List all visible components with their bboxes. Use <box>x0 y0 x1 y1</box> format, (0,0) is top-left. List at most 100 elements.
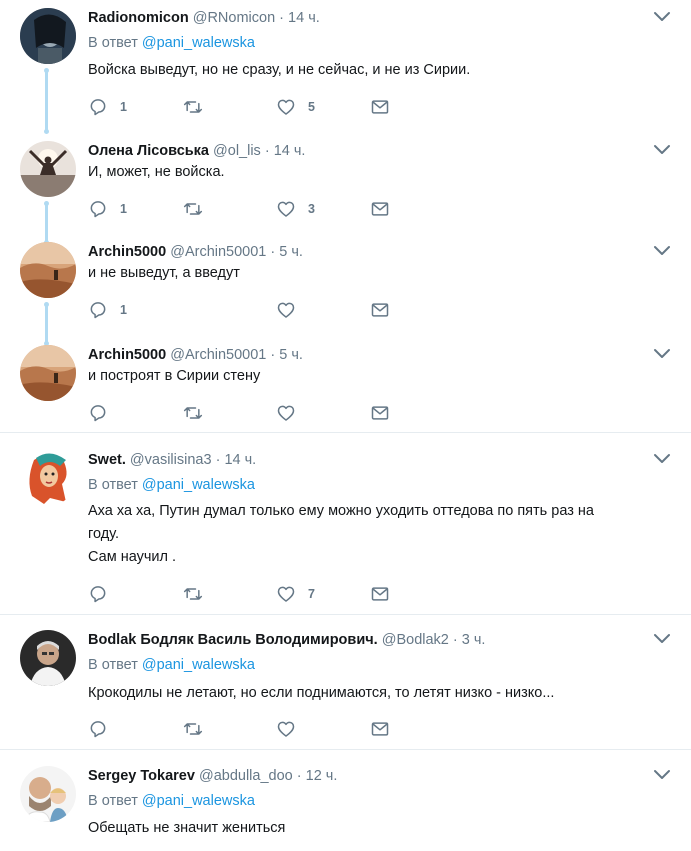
direct-message-button[interactable] <box>370 583 390 605</box>
retweet-button[interactable] <box>183 402 215 424</box>
avatar[interactable] <box>20 345 76 401</box>
author-handle[interactable]: @Archin50001 <box>170 244 266 260</box>
chevron-down-icon[interactable] <box>653 347 671 361</box>
tweet-text: Обещать не значит жениться <box>88 817 678 840</box>
like-button[interactable] <box>276 402 308 424</box>
retweet-button[interactable] <box>183 583 215 605</box>
reply-context: В ответ @pani_walewska <box>88 655 255 675</box>
direct-message-button[interactable] <box>370 198 390 220</box>
reply-icon <box>90 201 106 218</box>
tweet[interactable]: Swet. @vasilisina3 · 14 ч. В ответ @pani… <box>0 450 691 610</box>
tweet-actions: 1 5 <box>88 96 408 118</box>
like-button[interactable]: 5 <box>276 96 315 118</box>
separator-dot: · <box>452 632 458 648</box>
timestamp[interactable]: 14 ч. <box>224 452 256 468</box>
avatar[interactable] <box>20 630 76 686</box>
timestamp[interactable]: 12 ч. <box>306 768 338 784</box>
avatar[interactable] <box>20 450 76 506</box>
avatar-image <box>20 8 76 64</box>
like-button[interactable] <box>276 718 308 740</box>
reply-button[interactable] <box>88 583 120 605</box>
author-handle[interactable]: @Bodlak2 <box>382 632 449 648</box>
like-button[interactable]: 3 <box>276 198 315 220</box>
tweet[interactable]: Archin5000 @Archin50001 · 5 ч. и не выве… <box>0 242 691 346</box>
chevron-down-icon[interactable] <box>653 452 671 466</box>
mention-link[interactable]: @pani_walewska <box>142 657 255 673</box>
reply-button[interactable] <box>88 402 120 424</box>
author-handle[interactable]: @abdulla_doo <box>199 768 293 784</box>
like-count: 7 <box>308 587 315 601</box>
mention-link[interactable]: @pani_walewska <box>142 35 255 51</box>
thread-connector <box>44 201 49 245</box>
author-name[interactable]: Archin5000 <box>88 244 166 260</box>
tweet[interactable]: Олена Лісовська @ol_lis · 14 ч. И, может… <box>0 141 691 245</box>
like-count: 3 <box>308 202 315 216</box>
tweet-text-line: Обещать не значит жениться <box>88 820 286 836</box>
tweet[interactable]: Bodlak Бодляк Василь Володимирович. @Bod… <box>0 630 691 744</box>
separator-dot: · <box>264 143 270 159</box>
author-name[interactable]: Олена Лісовська <box>88 143 209 159</box>
tweet-separator <box>0 432 691 433</box>
avatar[interactable] <box>20 766 76 822</box>
reply-button[interactable]: 1 <box>88 198 127 220</box>
tweet-header: Bodlak Бодляк Василь Володимирович. @Bod… <box>88 630 485 650</box>
direct-message-button[interactable] <box>370 299 390 321</box>
chevron-down-icon[interactable] <box>653 768 671 782</box>
tweet[interactable]: Sergey Tokarev @abdulla_doo · 12 ч. В от… <box>0 766 691 851</box>
reply-icon <box>90 721 106 738</box>
chevron-down-icon[interactable] <box>653 143 671 157</box>
tweet[interactable]: Radionomicon @RNomicon · 14 ч. В ответ @… <box>0 8 691 134</box>
timestamp[interactable]: 14 ч. <box>288 10 320 26</box>
retweet-button[interactable] <box>183 96 215 118</box>
tweet-header: Олена Лісовська @ol_lis · 14 ч. <box>88 141 305 161</box>
tweet-text-line: Войска выведут, но не сразу, и не сейчас… <box>88 62 471 78</box>
direct-message-button[interactable] <box>370 96 390 118</box>
author-handle[interactable]: @vasilisina3 <box>130 452 212 468</box>
direct-message-button[interactable] <box>370 402 390 424</box>
mention-link[interactable]: @pani_walewska <box>142 793 255 809</box>
avatar[interactable] <box>20 8 76 64</box>
tweet-actions: 1 3 <box>88 198 408 220</box>
reply-button[interactable]: 1 <box>88 96 127 118</box>
chevron-down-icon[interactable] <box>653 244 671 258</box>
direct-message-button[interactable] <box>370 718 390 740</box>
tweet[interactable]: Archin5000 @Archin50001 · 5 ч. и построя… <box>0 345 691 427</box>
author-handle[interactable]: @ol_lis <box>213 143 261 159</box>
envelope-icon <box>371 100 389 114</box>
author-name[interactable]: Swet. <box>88 452 126 468</box>
reply-icon <box>90 586 106 603</box>
mention-link[interactable]: @pani_walewska <box>142 477 255 493</box>
like-count: 5 <box>308 100 315 114</box>
envelope-icon <box>371 202 389 216</box>
reply-prefix: В ответ <box>88 657 138 673</box>
timestamp[interactable]: 5 ч. <box>279 244 303 260</box>
retweet-button[interactable] <box>183 718 215 740</box>
reply-button[interactable]: 1 <box>88 299 127 321</box>
like-button[interactable] <box>276 299 308 321</box>
tweet-header: Swet. @vasilisina3 · 14 ч. <box>88 450 256 470</box>
thread-connector <box>44 302 49 346</box>
reply-button[interactable] <box>88 718 120 740</box>
avatar-image <box>20 242 76 298</box>
author-name[interactable]: Sergey Tokarev <box>88 768 195 784</box>
retweet-button[interactable] <box>183 198 215 220</box>
author-name[interactable]: Archin5000 <box>88 347 166 363</box>
timestamp[interactable]: 5 ч. <box>279 347 303 363</box>
envelope-icon <box>371 406 389 420</box>
like-button[interactable]: 7 <box>276 583 315 605</box>
author-name[interactable]: Bodlak Бодляк Василь Володимирович. <box>88 632 378 648</box>
timestamp[interactable]: 14 ч. <box>274 143 306 159</box>
author-name[interactable]: Radionomicon <box>88 10 189 26</box>
separator-dot: · <box>270 244 276 260</box>
avatar-image <box>20 450 76 506</box>
avatar-image <box>20 345 76 401</box>
chevron-down-icon[interactable] <box>653 10 671 24</box>
avatar[interactable] <box>20 141 76 197</box>
chevron-down-icon[interactable] <box>653 632 671 646</box>
author-handle[interactable]: @Archin50001 <box>170 347 266 363</box>
tweet-text: И, может, не войска. <box>88 161 678 184</box>
avatar[interactable] <box>20 242 76 298</box>
reply-context: В ответ @pani_walewska <box>88 791 255 811</box>
timestamp[interactable]: 3 ч. <box>462 632 486 648</box>
author-handle[interactable]: @RNomicon <box>193 10 275 26</box>
